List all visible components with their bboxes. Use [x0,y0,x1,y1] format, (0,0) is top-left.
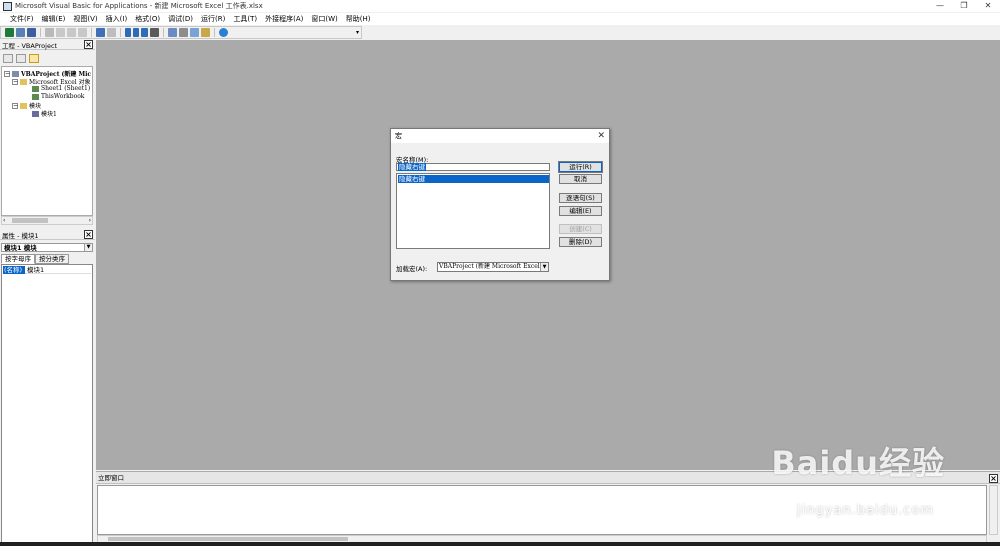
watermark-url: jingyan.baidu.com [797,503,934,518]
scroll-right-icon[interactable]: › [89,217,91,225]
module-icon [32,110,39,117]
immediate-vertical-scrollbar[interactable] [989,485,998,535]
find-icon[interactable] [78,28,87,37]
workbook-icon [32,93,39,100]
menu-help[interactable]: 帮助(H) [342,13,375,25]
undo-icon[interactable] [96,28,105,37]
menu-run[interactable]: 运行(R) [197,13,229,25]
project-toolbar [0,51,95,65]
folder-icon [20,102,27,109]
menu-tools[interactable]: 工具(T) [229,13,261,25]
chevron-down-icon[interactable]: ▼ [540,263,548,271]
copy-icon[interactable] [56,28,65,37]
menu-debug[interactable]: 调试(D) [164,13,197,25]
view-object-icon[interactable] [16,53,26,63]
macros-in-select[interactable]: VBAProject (新建 Microsoft Excel ▼ [437,262,549,272]
collapse-icon[interactable]: − [12,78,18,85]
delete-button[interactable]: 删除(D) [559,237,602,247]
close-icon[interactable]: ✕ [597,129,605,143]
scroll-left-icon[interactable]: ‹ [3,217,5,225]
break-icon[interactable] [133,28,139,37]
design-mode-icon[interactable] [150,28,159,37]
menu-edit[interactable]: 编辑(E) [38,13,70,25]
menu-file[interactable]: 文件(F) [6,13,38,25]
redo-icon[interactable] [107,28,116,37]
properties-grid: (名称) 模块1 [1,264,93,544]
immediate-window-title: 立即窗口 [98,474,124,482]
scroll-thumb[interactable] [108,537,348,541]
dialog-title-bar: 宏 ✕ [391,129,609,143]
baidu-watermark: Baidu经验 [771,444,945,482]
chevron-down-icon[interactable]: ▼ [84,244,92,251]
macro-name-input[interactable]: 隐藏右键 [396,163,550,171]
close-window-button[interactable]: ✕ [976,0,1000,12]
tree-node-sheet1[interactable]: Sheet1 (Sheet1) [32,85,90,92]
toolbox-icon[interactable] [201,28,210,37]
macro-dialog: 宏 ✕ 宏名称(M): 隐藏右键 隐藏右键 运行(R) 取消 逐语句(S) 编辑… [390,128,610,281]
insert-module-icon[interactable] [16,28,25,37]
properties-window-icon[interactable] [179,28,188,37]
restore-button[interactable]: ❐ [952,0,976,12]
tree-node-thisworkbook[interactable]: ThisWorkbook [32,93,84,100]
properties-panel-header: 属性 - 模块1 × [0,230,95,240]
tab-alphabetic[interactable]: 按字母序 [1,254,35,264]
taskbar [0,542,1000,546]
tab-categorized[interactable]: 按分类序 [35,254,69,264]
menu-addins[interactable]: 外接程序(A) [261,13,307,25]
edit-button[interactable]: 编辑(E) [559,206,602,216]
object-browser-icon[interactable] [190,28,199,37]
property-row[interactable]: (名称) 模块1 [3,266,91,274]
properties-panel-title: 属性 - 模块1 [2,231,39,240]
project-panel-title: 工程 - VBAProject [2,41,58,50]
reset-icon[interactable] [141,28,148,37]
project-panel-header: 工程 - VBAProject × [0,40,95,50]
list-item[interactable]: 隐藏右键 [398,175,549,183]
save-icon[interactable] [27,28,36,37]
project-horizontal-scrollbar[interactable]: ‹ › [1,216,93,225]
cancel-button[interactable]: 取消 [559,174,602,184]
dialog-title: 宏 [395,132,402,140]
sheet-icon [32,85,39,92]
menu-bar: 文件(F) 编辑(E) 视图(V) 插入(I) 格式(O) 调试(D) 运行(R… [0,13,1000,25]
paste-icon[interactable] [67,28,76,37]
excel-view-icon[interactable] [5,28,14,37]
vba-app-icon [3,1,12,11]
run-icon[interactable] [125,28,131,37]
close-icon[interactable]: × [84,40,93,49]
minimize-button[interactable]: — [928,0,952,12]
standard-toolbar: ▾ [0,26,362,39]
collapse-icon[interactable]: − [4,70,10,77]
create-button[interactable]: 创建(C) [559,224,602,234]
view-code-icon[interactable] [3,53,13,63]
property-key: (名称) [3,266,25,274]
close-icon[interactable]: × [989,474,998,483]
run-button[interactable]: 运行(R) [558,161,603,173]
scroll-thumb[interactable] [12,218,48,223]
properties-tabs: 按字母序 按分类序 [1,254,69,264]
folder-icon [20,78,27,85]
project-tree: − VBAProject (新建 Mic − Microsoft Excel 对… [1,66,93,216]
window-title: Microsoft Visual Basic for Applications … [15,2,263,10]
collapse-icon[interactable]: − [12,102,18,109]
help-icon[interactable] [219,28,228,37]
macros-in-label: 加载宏(A): [396,265,428,273]
project-icon [12,70,19,77]
project-explorer-icon[interactable] [168,28,177,37]
menu-window[interactable]: 窗口(W) [307,13,341,25]
menu-view[interactable]: 视图(V) [69,13,101,25]
menu-insert[interactable]: 插入(I) [102,13,132,25]
toggle-folders-icon[interactable] [29,53,39,63]
title-bar: Microsoft Visual Basic for Applications … [0,0,1000,12]
property-value[interactable]: 模块1 [25,266,91,274]
close-icon[interactable]: × [84,230,93,239]
macro-list[interactable]: 隐藏右键 [396,173,550,249]
menu-format[interactable]: 格式(O) [131,13,164,25]
object-dropdown[interactable]: 模块1 模块 ▼ [1,243,93,252]
cut-icon[interactable] [45,28,54,37]
tree-node-module1[interactable]: 模块1 [32,109,57,118]
toolbar-options-icon[interactable]: ▾ [356,29,359,36]
step-into-button[interactable]: 逐语句(S) [559,193,602,203]
